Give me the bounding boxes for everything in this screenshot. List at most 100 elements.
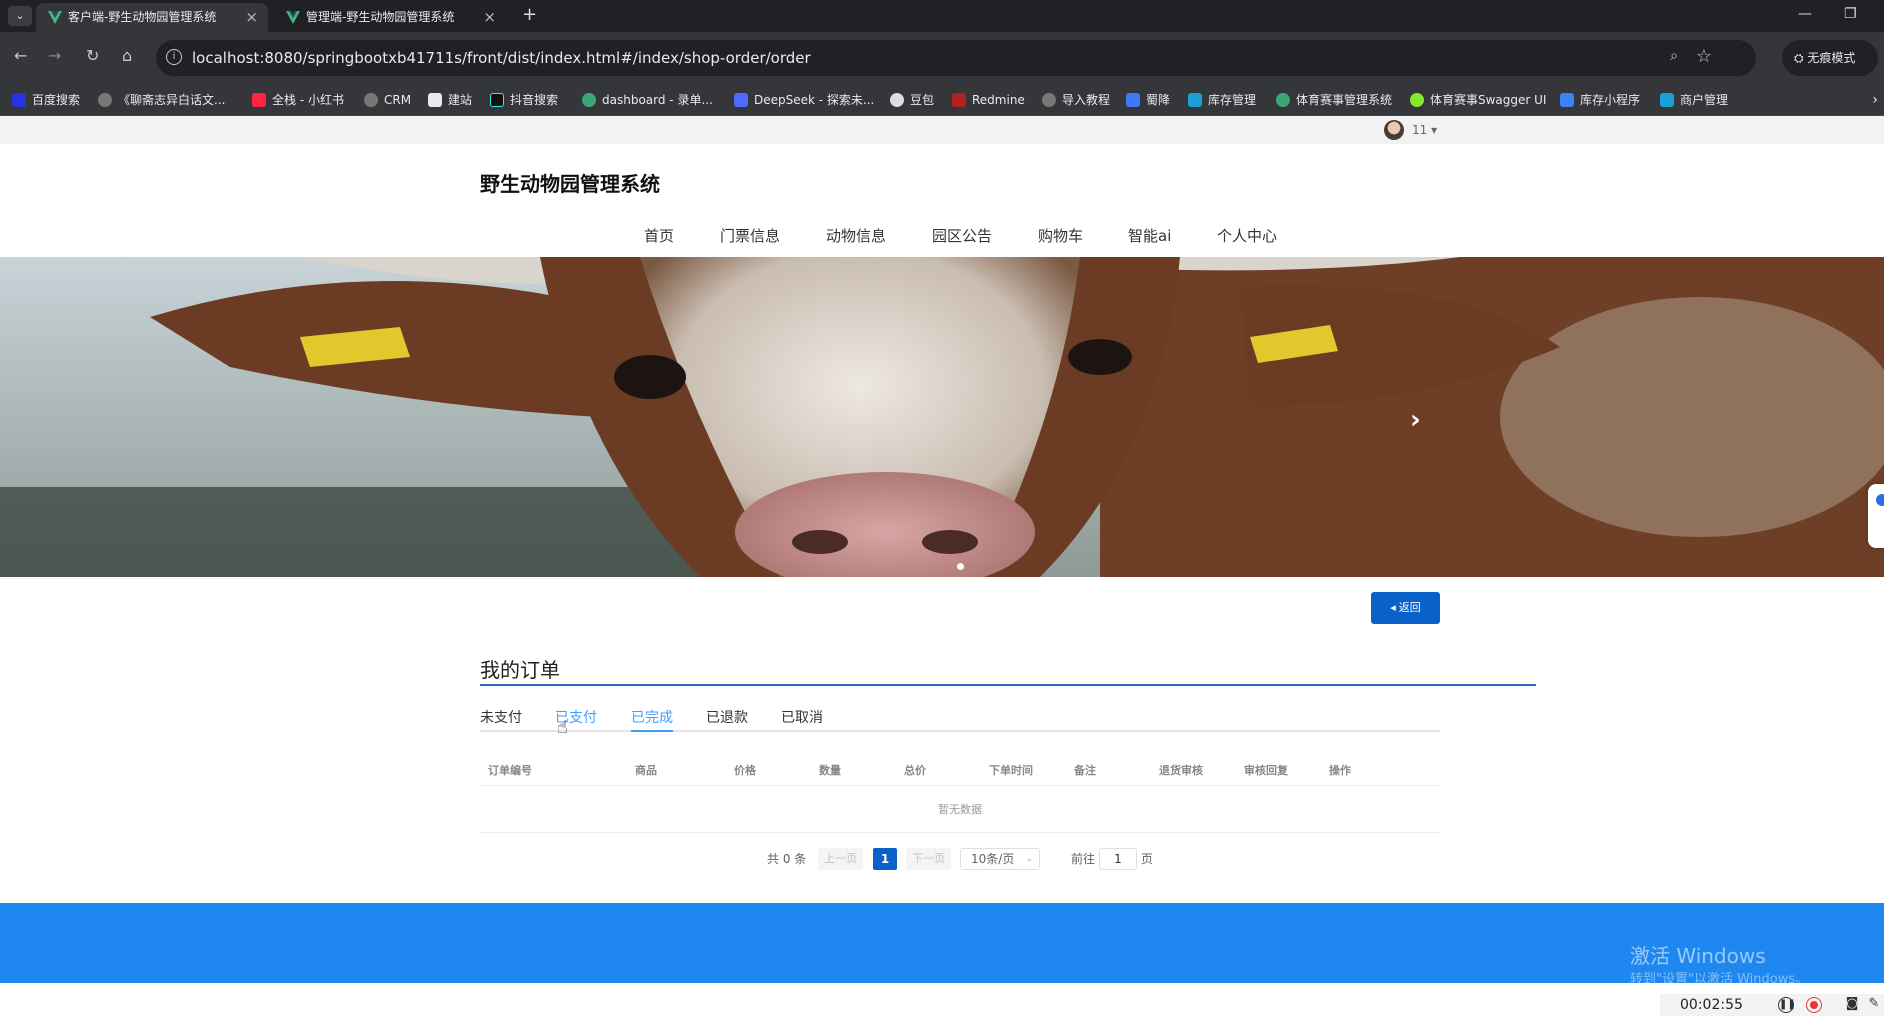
tab-unpaid[interactable]: 未支付 bbox=[480, 708, 522, 728]
bookmark-item[interactable]: 《聊斋志异白话文... bbox=[98, 84, 225, 116]
nav-home[interactable]: 首页 bbox=[644, 224, 674, 248]
nav-cart[interactable]: 购物车 bbox=[1038, 224, 1083, 248]
minimize-icon[interactable]: — bbox=[1798, 6, 1812, 22]
avatar[interactable] bbox=[1384, 120, 1404, 140]
back-arrow-icon[interactable]: ← bbox=[14, 46, 27, 65]
app-icon bbox=[1560, 93, 1574, 107]
bookmark-item[interactable]: 抖音搜索 bbox=[490, 84, 558, 116]
close-icon[interactable]: × bbox=[483, 3, 496, 32]
address-bar[interactable]: i localhost:8080/springbootxb41711s/fron… bbox=[156, 40, 1756, 76]
bookmark-label: 豆包 bbox=[910, 93, 935, 107]
chevron-right-icon[interactable]: › bbox=[1872, 84, 1878, 116]
camera-icon[interactable]: ◙ bbox=[1844, 997, 1860, 1013]
site-title: 野生动物园管理系统 bbox=[480, 172, 660, 196]
bookmark-label: 体育赛事管理系统 bbox=[1296, 93, 1393, 107]
pen-icon[interactable]: ✎ bbox=[1866, 997, 1882, 1013]
bookmark-item[interactable]: dashboard - 录单... bbox=[582, 84, 713, 116]
incognito-icon: ⛭ bbox=[1794, 51, 1808, 65]
column-header: 退货审核 bbox=[1159, 764, 1203, 777]
nav-profile[interactable]: 个人中心 bbox=[1217, 224, 1277, 248]
restore-icon[interactable]: ❐ bbox=[1844, 6, 1857, 22]
back-button[interactable]: ◂ 返回 bbox=[1371, 592, 1440, 624]
tab-cancelled[interactable]: 已取消 bbox=[781, 708, 823, 728]
screen-recorder-bar: 00:02:55 ❚❚ ◙ ✎ bbox=[1660, 994, 1884, 1016]
bookmark-item[interactable]: 商户管理 bbox=[1660, 84, 1728, 116]
site-footer bbox=[0, 903, 1884, 983]
address-url[interactable]: localhost:8080/springbootxb41711s/front/… bbox=[192, 40, 811, 76]
reload-icon[interactable]: ↻ bbox=[86, 46, 99, 65]
nav-tickets[interactable]: 门票信息 bbox=[720, 224, 780, 248]
bookmark-item[interactable]: 体育赛事管理系统 bbox=[1276, 84, 1392, 116]
order-status-tabs: 未支付 已支付 已完成 已退款 已取消 bbox=[480, 708, 1440, 732]
caret-left-icon: ◂ bbox=[1390, 602, 1399, 614]
next-page-button[interactable]: 下一页 bbox=[906, 848, 951, 870]
bookmark-label: 商户管理 bbox=[1680, 93, 1729, 107]
heading-divider bbox=[480, 684, 1536, 686]
zoom-icon[interactable]: ⌕ bbox=[1670, 48, 1678, 64]
bookmark-item[interactable]: CRM bbox=[364, 84, 411, 116]
chevron-down-icon: ⌄ bbox=[1025, 854, 1033, 864]
close-icon[interactable]: × bbox=[245, 3, 258, 32]
nav-ai[interactable]: 智能ai bbox=[1128, 224, 1171, 248]
tab-completed[interactable]: 已完成 bbox=[631, 708, 673, 728]
page-size-select[interactable]: 10条/页 ⌄ bbox=[960, 848, 1040, 870]
bookmark-item[interactable]: 豆包 bbox=[890, 84, 934, 116]
tiktok-icon bbox=[490, 93, 504, 107]
browser-tab-client[interactable]: 客户端-野生动物园管理系统 × bbox=[36, 3, 268, 32]
prev-page-button[interactable]: 上一页 bbox=[818, 848, 863, 870]
bookmark-item[interactable]: 体育赛事Swagger UI bbox=[1410, 84, 1546, 116]
new-tab-button[interactable]: + bbox=[522, 4, 537, 25]
app-icon bbox=[1188, 93, 1202, 107]
bookmark-star-icon[interactable]: ☆ bbox=[1696, 46, 1712, 67]
browser-tab-admin[interactable]: 管理端-野生动物园管理系统 × bbox=[274, 3, 506, 32]
forward-arrow-icon[interactable]: → bbox=[48, 46, 61, 65]
page-number-current[interactable]: 1 bbox=[873, 848, 897, 870]
home-icon[interactable]: ⌂ bbox=[122, 46, 132, 65]
bookmark-item[interactable]: DeepSeek - 探索未... bbox=[734, 84, 874, 116]
globe-icon bbox=[98, 93, 112, 107]
column-header: 价格 bbox=[734, 764, 756, 777]
bookmark-item[interactable]: 蜀降 bbox=[1126, 84, 1170, 116]
bookmark-item[interactable]: Redmine bbox=[952, 84, 1025, 116]
goto-page-input[interactable]: 1 bbox=[1099, 848, 1137, 870]
bookmark-label: 库存小程序 bbox=[1580, 93, 1641, 107]
active-tab-indicator bbox=[631, 730, 673, 732]
nav-animals[interactable]: 动物信息 bbox=[826, 224, 886, 248]
windows-activation-watermark: 激活 Windows bbox=[1630, 944, 1766, 968]
browser-tab-bar: ⌄ 客户端-野生动物园管理系统 × 管理端-野生动物园管理系统 × + — ❐ bbox=[0, 0, 1884, 32]
pause-icon[interactable]: ❚❚ bbox=[1778, 997, 1796, 1013]
nav-announcements[interactable]: 园区公告 bbox=[932, 224, 992, 248]
bookmark-label: 建站 bbox=[448, 93, 473, 107]
floating-widget[interactable] bbox=[1868, 484, 1884, 548]
bookmark-item[interactable]: 全栈 - 小红书 bbox=[252, 84, 344, 116]
tab-search-button[interactable]: ⌄ bbox=[8, 6, 32, 26]
user-bar: 11 ▾ bbox=[0, 116, 1884, 144]
banner-carousel: › bbox=[0, 257, 1884, 577]
page-size-value: 10条/页 bbox=[971, 852, 1015, 866]
doubao-icon bbox=[890, 93, 904, 107]
column-header: 下单时间 bbox=[989, 764, 1033, 777]
bookmark-label: 《聊斋志异白话文... bbox=[118, 93, 226, 107]
chevron-right-icon[interactable]: › bbox=[1410, 405, 1421, 435]
shield-icon bbox=[1126, 93, 1140, 107]
vue-icon bbox=[48, 11, 62, 24]
incognito-indicator[interactable]: ⛭ 无痕模式 bbox=[1782, 40, 1878, 76]
carousel-indicator[interactable] bbox=[957, 563, 964, 570]
recording-timer: 00:02:55 bbox=[1680, 997, 1743, 1013]
bookmark-item[interactable]: 库存管理 bbox=[1188, 84, 1256, 116]
user-menu[interactable]: 11 ▾ bbox=[1412, 116, 1437, 144]
column-header: 备注 bbox=[1074, 764, 1096, 777]
stop-record-icon[interactable] bbox=[1806, 997, 1822, 1013]
windows-activation-hint: 转到"设置"以激活 Windows。 bbox=[1630, 972, 1809, 987]
vue-icon bbox=[286, 11, 300, 24]
column-header: 商品 bbox=[635, 764, 657, 777]
site-info-icon[interactable]: i bbox=[166, 49, 182, 65]
bookmark-item[interactable]: 建站 bbox=[428, 84, 472, 116]
swagger-icon bbox=[1410, 93, 1424, 107]
bookmark-item[interactable]: 导入教程 bbox=[1042, 84, 1110, 116]
tab-refunded[interactable]: 已退款 bbox=[706, 708, 748, 728]
bookmark-item[interactable]: 库存小程序 bbox=[1560, 84, 1640, 116]
bookmark-label: DeepSeek - 探索未... bbox=[754, 93, 875, 107]
orders-table-header: 订单编号 商品 价格 数量 总价 下单时间 备注 退货审核 审核回复 操作 bbox=[480, 756, 1440, 786]
bookmark-item[interactable]: 百度搜索 bbox=[12, 84, 80, 116]
